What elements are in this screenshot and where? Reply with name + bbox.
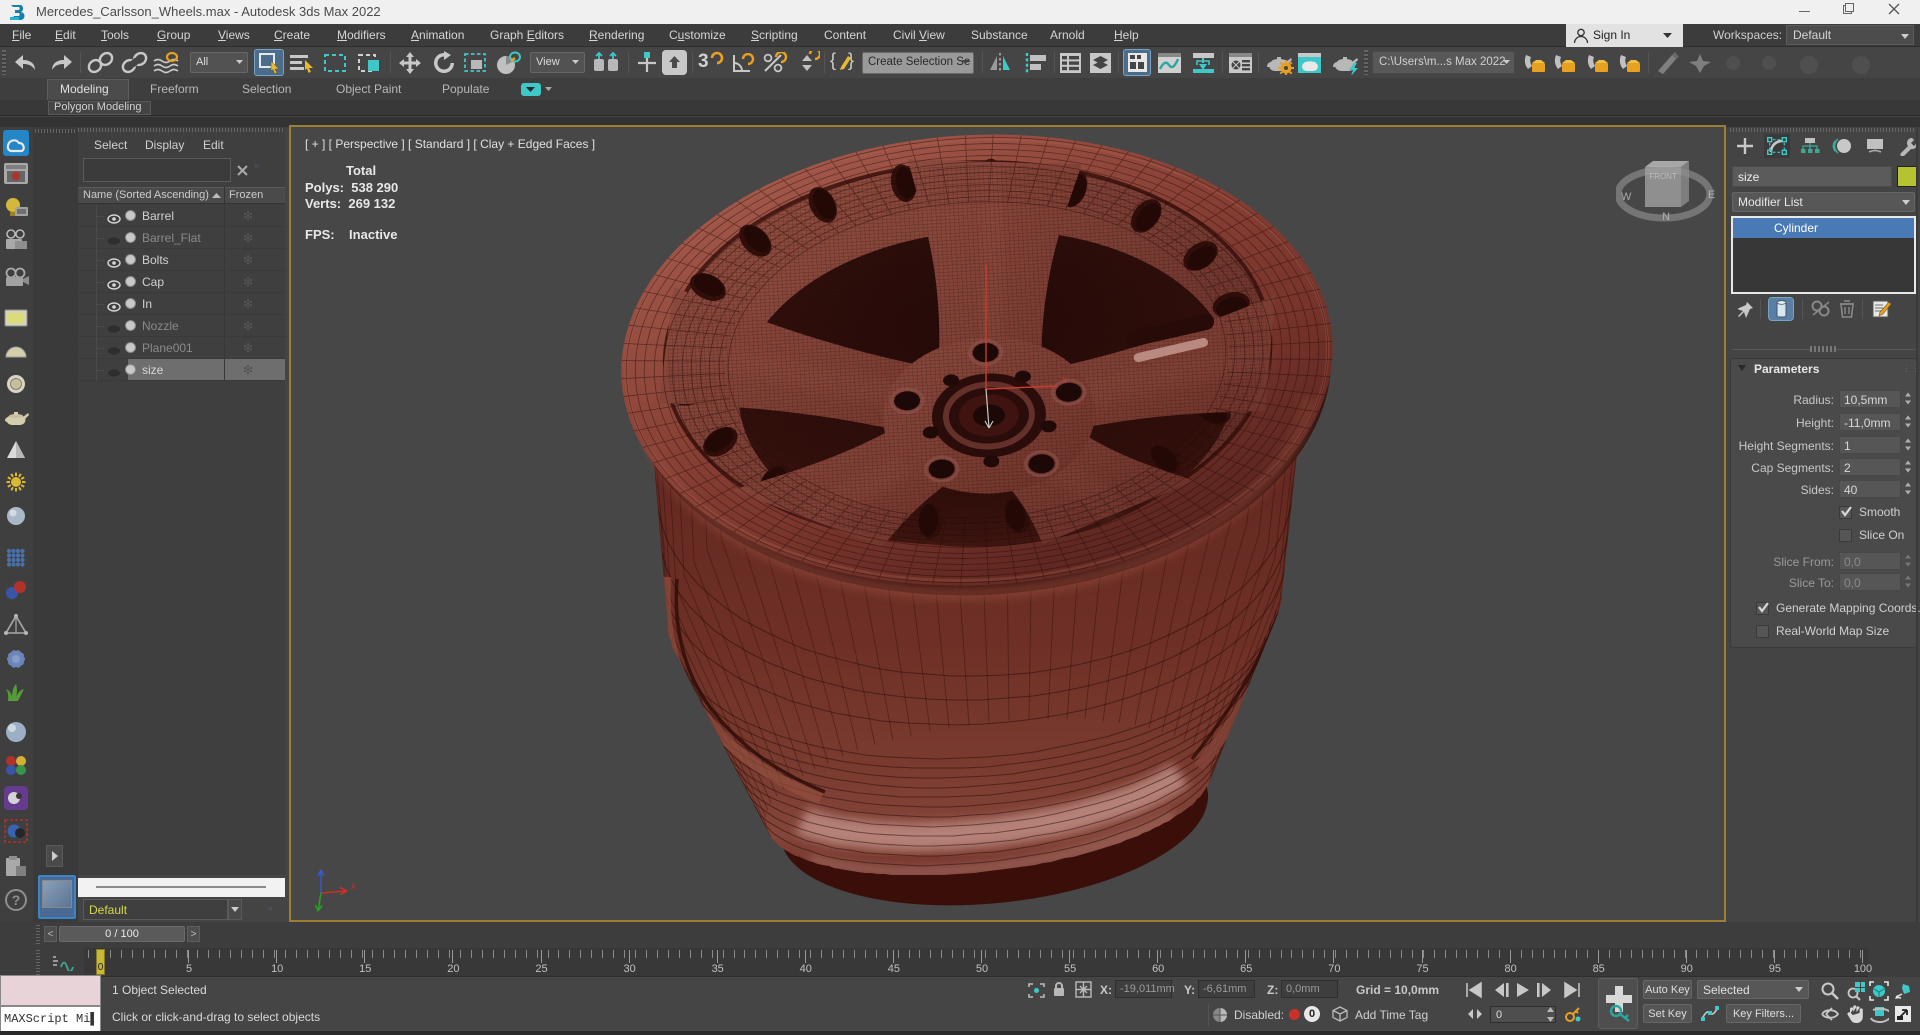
svg-text:FRONT: FRONT <box>1649 172 1677 181</box>
svg-text:W: W <box>1621 191 1632 203</box>
svg-text:x: x <box>1062 375 1067 386</box>
svg-text:E: E <box>1708 189 1715 201</box>
svg-text:?: ? <box>12 892 21 908</box>
svg-text:x: x <box>351 881 356 891</box>
svg-text:N: N <box>1662 211 1670 223</box>
